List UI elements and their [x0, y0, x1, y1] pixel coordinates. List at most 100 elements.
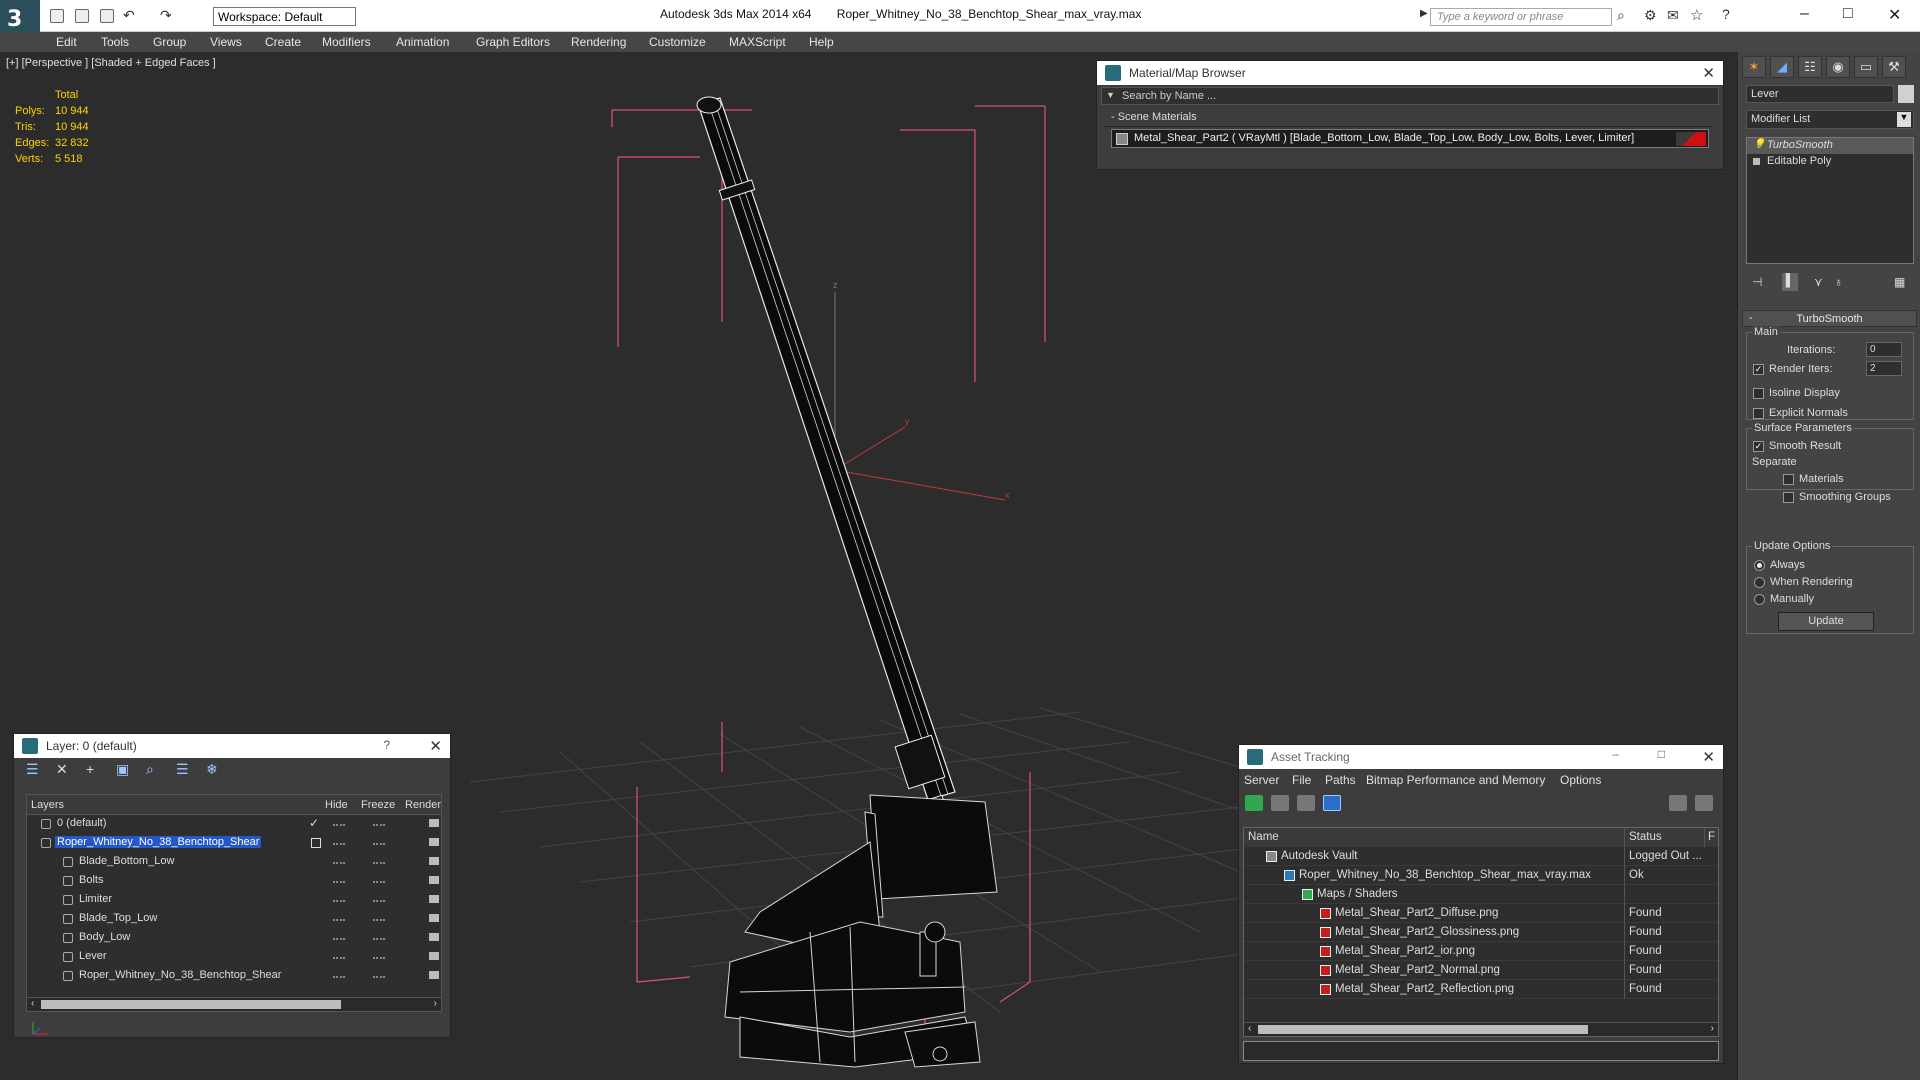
lever-model[interactable] [696, 96, 956, 840]
close-icon[interactable]: ✕ [1702, 64, 1715, 82]
list-view-icon[interactable] [1271, 795, 1289, 811]
select-objects-icon[interactable]: ▣ [116, 761, 129, 778]
always-radio[interactable] [1754, 560, 1765, 571]
layer-row[interactable]: Blade_Top_Low [27, 910, 441, 929]
layer-name[interactable]: Bolts [77, 874, 105, 886]
column-status[interactable]: Status [1629, 831, 1662, 843]
close-icon[interactable]: ✕ [429, 737, 442, 755]
render-teapot-icon[interactable] [429, 971, 439, 979]
asset-row[interactable]: Metal_Shear_Part2_Normal.png Found [1244, 961, 1718, 980]
close-window-icon[interactable]: ✕ [1888, 5, 1901, 25]
render-iters-checkbox[interactable]: ✓ [1753, 364, 1764, 375]
layer-row[interactable]: 0 (default) ✓ [27, 815, 441, 834]
layer-name[interactable]: Body_Low [77, 931, 132, 943]
layer-name[interactable]: Blade_Top_Low [77, 912, 159, 924]
render-teapot-icon[interactable] [429, 895, 439, 903]
manually-radio[interactable] [1754, 594, 1765, 605]
layer-name[interactable]: Limiter [77, 893, 114, 905]
asset-row[interactable]: Autodesk Vault Logged Out ... [1244, 847, 1718, 866]
hide-toggle[interactable] [333, 843, 345, 845]
hide-toggle[interactable] [333, 862, 345, 864]
scene-materials-group[interactable]: - Scene Materials [1105, 109, 1713, 127]
delete-layer-icon[interactable]: ✕ [56, 761, 68, 778]
highlight-layer-icon[interactable]: ⌕ [146, 761, 154, 778]
tree-view-icon[interactable] [1297, 795, 1315, 811]
layer-name[interactable]: Roper_Whitney_No_38_Benchtop_Shear [77, 969, 283, 981]
column-render[interactable]: Render [405, 799, 441, 811]
maximize-icon[interactable]: □ [1658, 747, 1665, 761]
hide-toggle[interactable] [333, 976, 345, 978]
hide-toggle[interactable] [333, 900, 345, 902]
asset-row[interactable]: Metal_Shear_Part2_Reflection.png Found [1244, 980, 1718, 999]
scroll-left-icon[interactable]: ‹ [1248, 1023, 1251, 1034]
hide-toggle[interactable] [333, 919, 345, 921]
smoothing-groups-checkbox[interactable] [1783, 492, 1794, 503]
transform-gizmo[interactable]: z y x [833, 280, 1010, 501]
menu-help[interactable]: Help [809, 35, 834, 49]
object-color-swatch[interactable] [1898, 85, 1914, 103]
menu-file[interactable]: File [1292, 773, 1311, 787]
layer-name[interactable]: Lever [77, 950, 109, 962]
show-end-result-icon[interactable]: ▌ [1782, 273, 1798, 291]
menu-edit[interactable]: Edit [56, 35, 77, 49]
render-teapot-icon[interactable] [429, 819, 439, 827]
materials-checkbox[interactable] [1783, 474, 1794, 485]
infocenter-expand-icon[interactable]: ▶ [1420, 8, 1428, 19]
set-current-layer-box[interactable] [311, 838, 321, 848]
help-icon[interactable] [1669, 795, 1687, 811]
iterations-spinner[interactable]: 0 [1866, 342, 1902, 357]
asset-row[interactable]: Metal_Shear_Part2_ior.png Found [1244, 942, 1718, 961]
menu-customize[interactable]: Customize [649, 35, 706, 49]
chevron-down-icon[interactable]: ▼ [1897, 112, 1911, 127]
menu-options[interactable]: Options [1560, 773, 1601, 787]
settings-icon[interactable] [1695, 795, 1713, 811]
render-teapot-icon[interactable] [429, 914, 439, 922]
layer-row[interactable]: Limiter [27, 891, 441, 910]
subscription-icon[interactable]: ⚙ [1644, 7, 1657, 24]
asset-row[interactable]: Metal_Shear_Part2_Glossiness.png Found [1244, 923, 1718, 942]
remove-modifier-icon[interactable]: ♁ [1834, 275, 1843, 289]
freeze-toggle[interactable] [373, 843, 385, 845]
binoculars-icon[interactable]: ⌕ [1617, 7, 1625, 24]
create-tab-icon[interactable]: ✶ [1742, 56, 1766, 78]
minimize-icon[interactable]: – [1612, 747, 1619, 761]
favorites-star-icon[interactable]: ☆ [1690, 6, 1703, 24]
layer-name[interactable]: 0 (default) [55, 817, 109, 829]
layer-horizontal-scrollbar[interactable]: ‹ › [27, 997, 441, 1011]
render-teapot-icon[interactable] [429, 838, 439, 846]
close-icon[interactable]: ✕ [1702, 748, 1715, 766]
scroll-right-icon[interactable]: › [1711, 1023, 1714, 1034]
viewport-label[interactable]: [+] [Perspective ] [Shaded + Edged Faces… [6, 57, 216, 69]
scroll-right-icon[interactable]: › [434, 998, 437, 1009]
material-search-input[interactable]: ▼ Search by Name ... [1101, 87, 1719, 105]
stack-item-editable-poly[interactable]: Editable Poly [1747, 154, 1913, 170]
asset-status-bar[interactable] [1243, 1041, 1719, 1061]
new-file-icon[interactable] [50, 9, 64, 23]
column-extra[interactable]: F [1708, 831, 1715, 843]
motion-tab-icon[interactable]: ◉ [1826, 56, 1850, 78]
menu-create[interactable]: Create [265, 35, 301, 49]
freeze-toggle[interactable] [373, 824, 385, 826]
freeze-all-icon[interactable]: ❄ [206, 761, 218, 778]
communication-center-icon[interactable]: ✉ [1667, 7, 1679, 24]
save-file-icon[interactable] [100, 9, 114, 23]
freeze-toggle[interactable] [373, 862, 385, 864]
layer-row[interactable]: Roper_Whitney_No_38_Benchtop_Shear [27, 967, 441, 986]
modifier-list-dropdown[interactable]: Modifier List ▼ [1746, 110, 1914, 129]
layer-name[interactable]: Blade_Bottom_Low [77, 855, 176, 867]
current-layer-check-icon[interactable]: ✓ [309, 816, 319, 830]
smooth-result-checkbox[interactable]: ✓ [1753, 441, 1764, 452]
asset-row[interactable]: Metal_Shear_Part2_Diffuse.png Found [1244, 904, 1718, 923]
hierarchy-tab-icon[interactable]: ☷ [1798, 56, 1822, 78]
hide-toggle[interactable] [333, 824, 345, 826]
help-icon[interactable]: ? [1722, 6, 1730, 22]
new-layer-icon[interactable]: ☰ [26, 761, 39, 778]
layer-row[interactable]: Roper_Whitney_No_38_Benchtop_Shear [27, 834, 441, 853]
scrollbar-thumb[interactable] [1258, 1025, 1588, 1034]
maximize-icon[interactable]: □ [1843, 5, 1853, 23]
help-icon[interactable]: ? [383, 738, 390, 752]
make-unique-icon[interactable]: ⋎ [1814, 275, 1823, 289]
layer-row[interactable]: Lever [27, 948, 441, 967]
freeze-toggle[interactable] [373, 957, 385, 959]
hide-toggle[interactable] [333, 938, 345, 940]
